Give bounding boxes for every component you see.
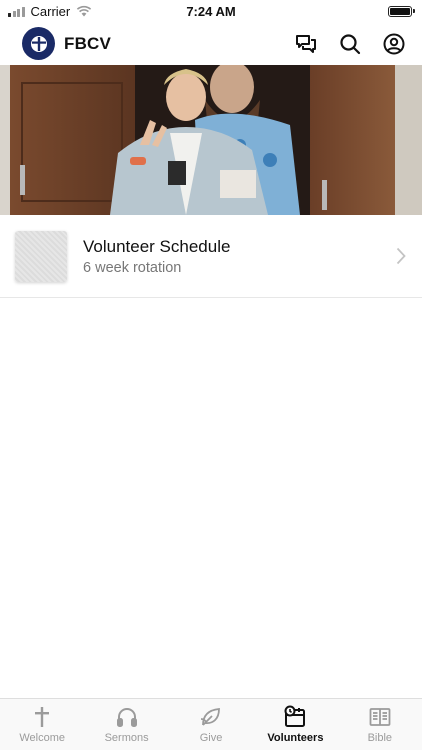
tab-give[interactable]: Give: [169, 699, 253, 750]
list-item[interactable]: Volunteer Schedule 6 week rotation: [0, 215, 422, 298]
headphones-icon: [116, 708, 137, 727]
tab-label-welcome: Welcome: [19, 732, 66, 744]
item-subtitle: 6 week rotation: [83, 259, 182, 276]
calendar-clock-icon: [284, 705, 306, 727]
tab-bar: Welcome Sermons Give Volunteers Bible: [0, 698, 422, 750]
chevron-right-icon: [396, 247, 406, 265]
battery-icon: [388, 5, 415, 17]
item-thumbnail: [15, 230, 67, 282]
tab-bible[interactable]: Bible: [338, 699, 422, 750]
church-logo-icon: [22, 27, 55, 60]
status-left: Carrier: [8, 4, 92, 19]
signal-icon: [8, 6, 25, 17]
status-bar: Carrier 7:24 AM: [0, 0, 422, 22]
tab-label-give: Give: [199, 732, 223, 744]
tab-label-sermons: Sermons: [104, 732, 149, 744]
profile-icon[interactable]: [382, 32, 406, 56]
item-title: Volunteer Schedule: [83, 236, 231, 256]
item-text: Volunteer Schedule 6 week rotation: [83, 237, 230, 276]
app-title: FBCV: [64, 33, 112, 53]
tab-welcome[interactable]: Welcome: [0, 699, 84, 750]
book-icon: [369, 708, 391, 726]
tab-label-bible: Bible: [367, 732, 393, 744]
search-icon[interactable]: [338, 32, 362, 56]
tab-sermons[interactable]: Sermons: [84, 699, 168, 750]
wifi-icon: [77, 5, 92, 17]
app-header: FBCV: [0, 22, 422, 65]
tab-label-volunteers: Volunteers: [267, 732, 324, 744]
cross-icon: [35, 707, 50, 727]
tab-volunteers[interactable]: Volunteers: [253, 699, 337, 750]
hero-image[interactable]: [0, 65, 422, 215]
header-actions: [294, 32, 406, 56]
leaf-icon: [200, 708, 220, 726]
status-time: 7:24 AM: [186, 3, 236, 19]
chat-icon[interactable]: [294, 32, 318, 56]
carrier-label: Carrier: [30, 3, 71, 19]
